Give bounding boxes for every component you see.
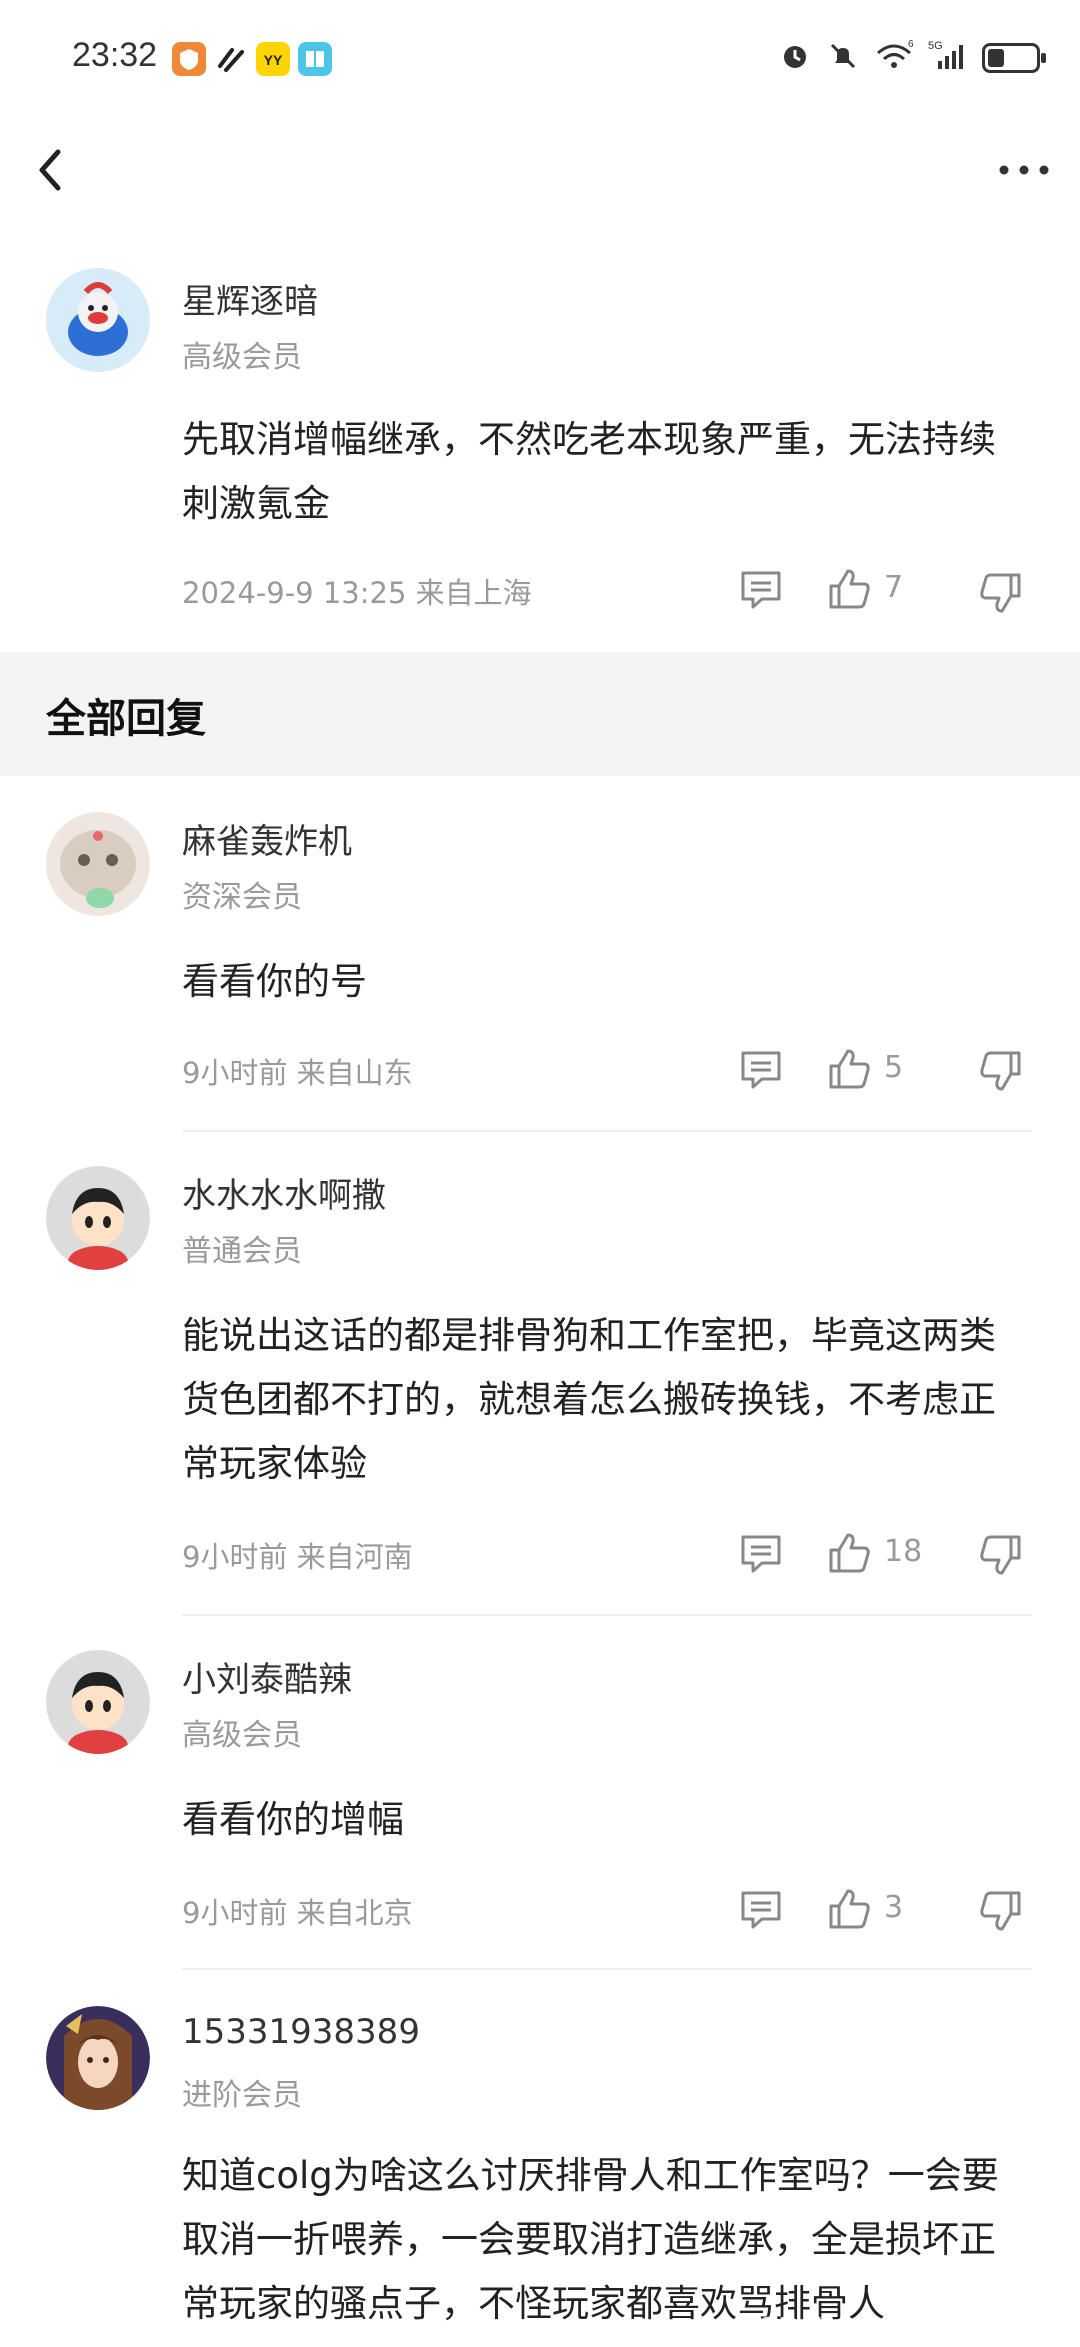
comment-text: 先取消增幅继承，不然吃老本现象严重，无法持续刺激氪金 — [182, 418, 996, 525]
comment-meta: 9小时前 来自山东 — [182, 1056, 413, 1090]
comment-meta: 2024-9-9 13:25 来自上海 — [182, 576, 532, 610]
thumbs-down-icon — [980, 1891, 1021, 1931]
dislike-button[interactable] — [976, 1048, 1024, 1094]
battery-icon — [982, 43, 1046, 73]
network-label: 5G — [928, 40, 943, 52]
thumbs-up-icon — [829, 569, 870, 609]
reply-button[interactable] — [738, 1048, 784, 1092]
shield-app-icon — [172, 42, 206, 76]
back-button[interactable] — [30, 140, 74, 200]
signal-icon: 5G — [928, 39, 968, 77]
comment-text: 看看你的增幅 — [182, 1798, 404, 1841]
dislike-button[interactable] — [976, 1532, 1024, 1578]
comment-meta: 9小时前 来自北京 — [182, 1896, 413, 1930]
comment-icon — [741, 1051, 781, 1089]
member-rank: 高级会员 — [182, 340, 302, 375]
like-button[interactable] — [826, 1886, 874, 1932]
comment-text: 知道colg为啥这么讨厌排骨人和工作室吗？一会要取消一折喂养，一会要取消打造继承… — [182, 2154, 999, 2325]
thumbs-up-icon — [829, 1889, 870, 1929]
reply-button[interactable] — [738, 1888, 784, 1932]
chevron-left-icon — [39, 149, 61, 191]
more-horizontal-icon — [999, 165, 1049, 175]
like-count: 18 — [884, 1534, 923, 1569]
username[interactable]: 15331938389 — [182, 2012, 420, 2052]
like-count: 5 — [884, 1050, 904, 1085]
thumbs-down-icon — [980, 573, 1021, 613]
like-button[interactable] — [826, 566, 874, 612]
reply-button[interactable] — [738, 568, 784, 612]
thumbs-down-icon — [980, 1051, 1021, 1091]
comment-icon — [741, 571, 781, 609]
divider — [182, 1130, 1032, 1132]
status-time: 23:32 — [72, 36, 158, 74]
comment-text: 能说出这话的都是排骨狗和工作室把，毕竟这两类货色团都不打的，就想着怎么搬砖换钱，… — [182, 1314, 996, 1485]
book-app-icon — [298, 42, 332, 76]
like-count: 3 — [884, 1890, 904, 1925]
alarm-icon — [778, 39, 812, 77]
member-rank: 进阶会员 — [182, 2078, 302, 2113]
yy-app-icon: YY — [256, 42, 290, 76]
watermark: CSDN @Robert Bothe — [737, 2312, 1060, 2347]
status-right: 6 5G — [778, 38, 1046, 78]
status-bar: 23:32 YY 6 5G — [0, 0, 1080, 120]
member-rank: 资深会员 — [182, 880, 302, 915]
section-title: 全部回复 — [46, 696, 206, 742]
more-button[interactable] — [994, 145, 1054, 195]
member-rank: 普通会员 — [182, 1234, 302, 1269]
divider — [182, 1968, 1032, 1970]
avatar[interactable] — [46, 2006, 150, 2110]
username[interactable]: 星辉逐暗 — [182, 274, 318, 323]
wifi-icon: 6 — [874, 39, 914, 77]
username[interactable]: 麻雀轰炸机 — [182, 814, 352, 863]
member-rank: 高级会员 — [182, 1718, 302, 1753]
avatar[interactable] — [46, 1650, 150, 1754]
feather-app-icon — [214, 42, 248, 76]
comment-text: 看看你的号 — [182, 960, 367, 1003]
comment-meta: 9小时前 来自河南 — [182, 1540, 413, 1574]
thumbs-up-icon — [829, 1533, 870, 1573]
divider — [182, 1614, 1032, 1616]
thumbs-down-icon — [980, 1535, 1021, 1575]
wifi-gen-label: 6 — [908, 39, 914, 50]
username[interactable]: 小刘泰酷辣 — [182, 1652, 352, 1701]
comment-icon — [741, 1535, 781, 1573]
like-button[interactable] — [826, 1530, 874, 1576]
username[interactable]: 水水水水啊撒 — [182, 1168, 386, 1217]
like-count: 7 — [884, 570, 904, 605]
svg-text:YY: YY — [264, 52, 283, 68]
comment-icon — [741, 1891, 781, 1929]
like-button[interactable] — [826, 1046, 874, 1092]
thumbs-up-icon — [829, 1049, 870, 1089]
dislike-button[interactable] — [976, 1888, 1024, 1934]
avatar[interactable] — [46, 1166, 150, 1270]
avatar[interactable] — [46, 268, 150, 372]
avatar[interactable] — [46, 812, 150, 916]
mute-bell-icon — [826, 39, 860, 77]
dislike-button[interactable] — [976, 570, 1024, 616]
reply-button[interactable] — [738, 1532, 784, 1576]
